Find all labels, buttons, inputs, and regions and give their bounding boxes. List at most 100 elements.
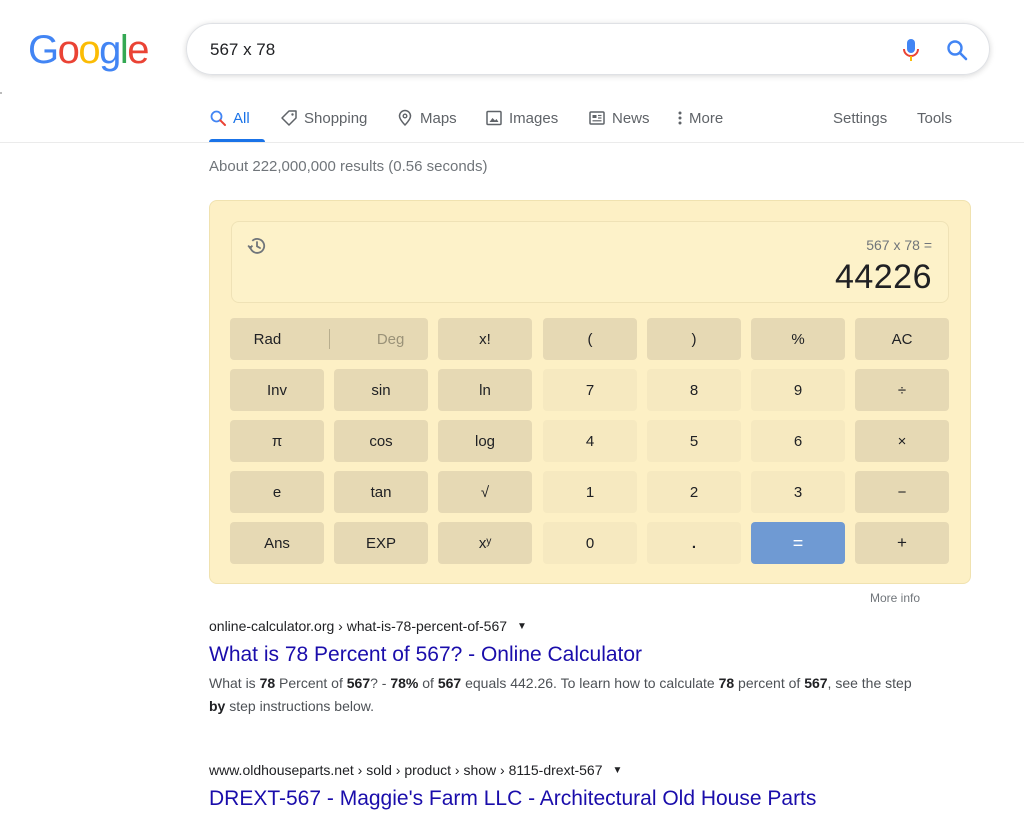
- tag-icon: [281, 110, 297, 126]
- calculator-expression: 567 x 78 =: [866, 237, 932, 253]
- search-result: online-calculator.org › what-is-78-perce…: [209, 618, 929, 718]
- deg-key-label[interactable]: Deg: [377, 331, 405, 348]
- tab-images[interactable]: Images: [485, 96, 558, 140]
- result-title-link[interactable]: DREXT-567 - Maggie's Farm LLC - Architec…: [209, 786, 929, 812]
- calculator-widget: 567 x 78 = 44226 Rad Deg x! ( ) % AC Inv…: [209, 200, 971, 584]
- snippet-highlight: 567: [804, 675, 828, 691]
- minus-key[interactable]: −: [855, 471, 949, 513]
- close-paren-key[interactable]: ): [647, 318, 741, 360]
- digit-5-key[interactable]: 5: [647, 420, 741, 462]
- sqrt-key[interactable]: √: [438, 471, 532, 513]
- microphone-icon[interactable]: [899, 37, 923, 63]
- tan-key[interactable]: tan: [334, 471, 428, 513]
- tab-all[interactable]: All: [209, 96, 250, 140]
- map-pin-icon: [398, 109, 412, 127]
- answer-key[interactable]: Ans: [230, 522, 324, 564]
- more-info-link[interactable]: More info: [870, 591, 920, 605]
- cos-key[interactable]: cos: [334, 420, 428, 462]
- snippet-text: step instructions below.: [225, 698, 374, 714]
- decimal-point-key[interactable]: .: [647, 522, 741, 564]
- snippet-highlight: 78: [718, 675, 735, 691]
- logo-letter: l: [119, 28, 129, 72]
- settings-link[interactable]: Settings: [833, 96, 887, 140]
- logo-letter: e: [127, 28, 149, 72]
- search-result: www.oldhouseparts.net › sold › product ›…: [209, 762, 929, 812]
- inverse-key[interactable]: Inv: [230, 369, 324, 411]
- snippet-highlight: 567: [346, 675, 371, 691]
- result-snippet: What is 78 Percent of 567? - 78% of 567 …: [209, 672, 929, 718]
- digit-7-key[interactable]: 7: [543, 369, 637, 411]
- all-clear-key[interactable]: AC: [855, 318, 949, 360]
- caret-down-icon[interactable]: ▼: [613, 765, 623, 776]
- result-url[interactable]: www.oldhouseparts.net › sold › product ›…: [209, 762, 603, 778]
- digit-2-key[interactable]: 2: [647, 471, 741, 513]
- search-tabs: All Shopping Maps Images News More Setti…: [209, 96, 989, 142]
- ln-key[interactable]: ln: [438, 369, 532, 411]
- divide-key[interactable]: ÷: [855, 369, 949, 411]
- logo-letter: o: [57, 28, 80, 72]
- exp-key[interactable]: EXP: [334, 522, 428, 564]
- digit-8-key[interactable]: 8: [647, 369, 741, 411]
- plus-key[interactable]: +: [855, 522, 949, 564]
- logo-letter: g: [99, 28, 121, 72]
- snippet-highlight: 567: [437, 675, 462, 691]
- tab-news[interactable]: News: [588, 96, 650, 140]
- result-url[interactable]: online-calculator.org › what-is-78-perce…: [209, 618, 507, 634]
- google-search-page: Google All Shopping: [0, 0, 1024, 815]
- tab-shopping[interactable]: Shopping: [280, 96, 367, 140]
- tab-label: Images: [509, 109, 559, 127]
- edge-mark: [0, 92, 2, 94]
- snippet-text: percent of: [734, 675, 805, 691]
- image-icon: [486, 110, 502, 126]
- digit-4-key[interactable]: 4: [543, 420, 637, 462]
- power-key[interactable]: xʸ: [438, 522, 532, 564]
- digit-1-key[interactable]: 1: [543, 471, 637, 513]
- result-stats: About 222,000,000 results (0.56 seconds): [209, 158, 488, 175]
- rad-deg-toggle[interactable]: Rad Deg: [230, 318, 428, 360]
- digit-9-key[interactable]: 9: [751, 369, 845, 411]
- tab-label: All: [233, 109, 250, 127]
- logo-letter: o: [78, 28, 100, 72]
- result-cite[interactable]: www.oldhouseparts.net › sold › product ›…: [209, 762, 929, 778]
- history-icon[interactable]: [245, 234, 269, 258]
- snippet-text: Percent of: [275, 675, 347, 691]
- tab-more[interactable]: More: [675, 96, 723, 140]
- equals-key[interactable]: =: [751, 522, 845, 564]
- tab-label: Maps: [420, 109, 457, 127]
- tab-label: Shopping: [304, 109, 368, 127]
- snippet-text: ? -: [370, 675, 391, 691]
- rad-key-label[interactable]: Rad: [254, 331, 282, 348]
- tools-link[interactable]: Tools: [917, 96, 952, 140]
- multiply-key[interactable]: ×: [855, 420, 949, 462]
- news-icon: [589, 111, 605, 125]
- result-cite[interactable]: online-calculator.org › what-is-78-perce…: [209, 618, 929, 634]
- search-icon[interactable]: [945, 38, 969, 62]
- tab-maps[interactable]: Maps: [396, 96, 457, 140]
- open-paren-key[interactable]: (: [543, 318, 637, 360]
- euler-key[interactable]: e: [230, 471, 324, 513]
- snippet-highlight: 78%: [390, 675, 419, 691]
- percent-key[interactable]: %: [751, 318, 845, 360]
- logo-letter: G: [28, 28, 59, 72]
- google-logo[interactable]: Google: [28, 28, 149, 72]
- calculator-display: 567 x 78 = 44226: [231, 221, 949, 303]
- snippet-highlight: by: [209, 698, 226, 714]
- rad-deg-separator: [328, 329, 330, 349]
- factorial-key[interactable]: x!: [438, 318, 532, 360]
- tab-label: More: [689, 109, 724, 127]
- snippet-text: of: [418, 675, 438, 691]
- sin-key[interactable]: sin: [334, 369, 428, 411]
- result-title-link[interactable]: What is 78 Percent of 567? - Online Calc…: [209, 642, 929, 668]
- snippet-text: , see the step: [827, 675, 912, 691]
- tab-label: News: [612, 109, 650, 127]
- digit-3-key[interactable]: 3: [751, 471, 845, 513]
- more-vertical-icon: [678, 111, 682, 125]
- caret-down-icon[interactable]: ▼: [517, 621, 527, 632]
- snippet-highlight: 78: [259, 675, 276, 691]
- pi-key[interactable]: π: [230, 420, 324, 462]
- search-input[interactable]: [210, 37, 870, 63]
- digit-0-key[interactable]: 0: [543, 522, 637, 564]
- digit-6-key[interactable]: 6: [751, 420, 845, 462]
- log-key[interactable]: log: [438, 420, 532, 462]
- search-box[interactable]: [186, 23, 990, 75]
